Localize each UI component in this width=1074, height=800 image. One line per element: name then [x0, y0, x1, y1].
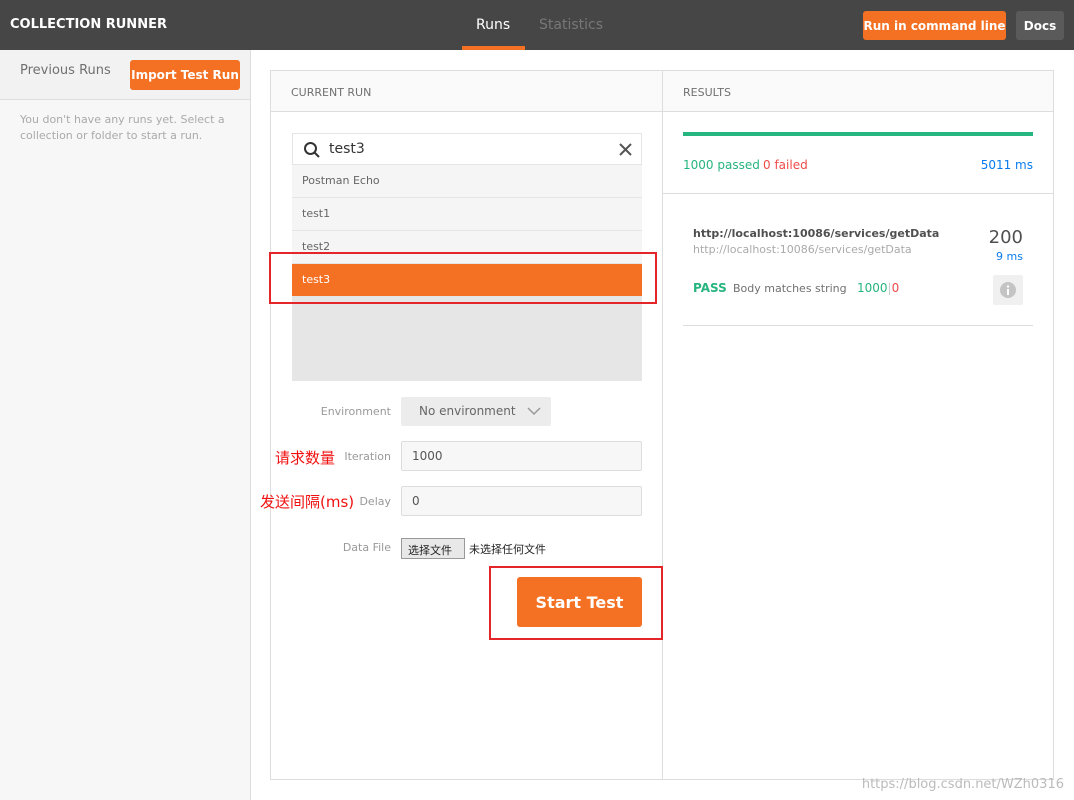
request-name[interactable]: http://localhost:10086/services/getData	[693, 227, 939, 240]
collection-search-input[interactable]: test3	[292, 133, 642, 165]
current-run-heading: CURRENT RUN	[271, 71, 662, 112]
tab-statistics[interactable]: Statistics	[539, 17, 603, 33]
iteration-label: Iteration	[344, 450, 391, 463]
runner-panel: CURRENT RUN test3 Postman Echo test1 tes…	[260, 70, 1054, 780]
progress-bar	[683, 132, 1033, 136]
run-in-command-line-button[interactable]: Run in command line	[863, 11, 1006, 40]
info-icon	[1000, 282, 1016, 298]
empty-runs-message: You don't have any runs yet. Select a co…	[20, 113, 225, 142]
test-pass-count: 1000	[857, 281, 888, 295]
environment-value: No environment	[419, 404, 516, 418]
docs-button[interactable]: Docs	[1016, 11, 1064, 40]
delay-input[interactable]: 0	[401, 486, 642, 516]
active-tab-indicator	[462, 46, 525, 50]
iteration-input[interactable]: 1000	[401, 441, 642, 471]
app-title: COLLECTION RUNNER	[10, 17, 167, 32]
sidebar-header: Previous Runs Import Test Run	[0, 50, 250, 100]
previous-runs-title: Previous Runs	[20, 63, 111, 78]
test-name: Body matches string	[733, 282, 847, 295]
test-result: PASS	[693, 281, 727, 295]
tab-runs[interactable]: Runs	[476, 17, 510, 33]
choose-file-button[interactable]: 选择文件	[401, 538, 465, 559]
status-code: 200	[988, 227, 1023, 248]
environment-select[interactable]: No environment	[401, 397, 551, 426]
request-url: http://localhost:10086/services/getData	[693, 243, 912, 256]
import-test-run-button[interactable]: Import Test Run	[130, 60, 240, 90]
collection-item-test1[interactable]: test1	[292, 198, 642, 231]
response-time: 9 ms	[996, 250, 1023, 263]
current-run-pane: CURRENT RUN test3 Postman Echo test1 tes…	[260, 71, 663, 779]
request-result: http://localhost:10086/services/getData …	[683, 194, 1033, 326]
highlight-box	[269, 252, 657, 304]
search-icon	[304, 142, 320, 158]
passed-count: 1000 passed	[683, 158, 760, 172]
test-counts: 1000|0	[857, 281, 899, 295]
results-heading: RESULTS	[663, 71, 1053, 112]
results-pane: RESULTS 1000 passed 0 failed 5011 ms htt…	[663, 71, 1053, 779]
clear-search-icon[interactable]	[619, 143, 632, 156]
total-duration: 5011 ms	[980, 158, 1033, 172]
info-button[interactable]	[993, 275, 1023, 305]
delay-label: Delay	[359, 495, 391, 508]
data-file-label: Data File	[342, 541, 391, 554]
environment-label: Environment	[320, 405, 391, 418]
start-test-button[interactable]: Start Test	[517, 577, 642, 627]
sidebar: Previous Runs Import Test Run You don't …	[0, 50, 251, 800]
search-value: test3	[329, 141, 365, 157]
watermark: https://blog.csdn.net/WZh0316	[861, 777, 1064, 792]
failed-count: 0 failed	[763, 158, 808, 172]
file-status: 未选择任何文件	[469, 543, 546, 556]
chevron-down-icon	[527, 407, 541, 416]
header-bar: COLLECTION RUNNER Runs Statistics Run in…	[0, 0, 1074, 50]
test-fail-count: 0	[891, 281, 900, 295]
collection-item-postman-echo[interactable]: Postman Echo	[292, 165, 642, 198]
